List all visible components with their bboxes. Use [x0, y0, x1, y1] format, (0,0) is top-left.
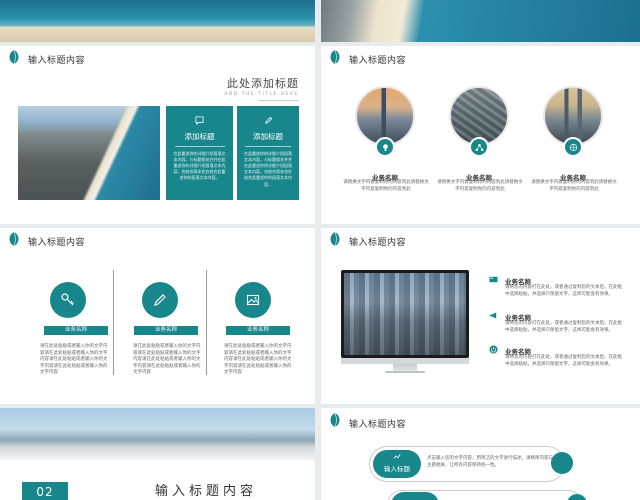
pencil-icon [142, 282, 178, 318]
leaf-logo-icon [330, 231, 340, 247]
section-subheading: ADD THE TITLE HERE [224, 92, 299, 97]
divider [259, 100, 299, 101]
column-divider [113, 270, 114, 375]
card-divider [174, 146, 225, 147]
column-label: 业务名称 [134, 326, 198, 335]
top-left-slide-image [0, 0, 315, 42]
section-banner-photo [0, 408, 315, 460]
slide-1[interactable]: 输入标题内容 此处添加标题 ADD THE TITLE HERE 添加标题 在此… [0, 46, 315, 224]
feature-text: 请将您的内容打在此处，或者通过复制您的文本后，在此框中选择粘贴，并选择只保留文字… [505, 355, 622, 367]
slide-title: 输入标题内容 [349, 420, 407, 430]
card-title: 添加标题 [253, 132, 283, 141]
key-icon [50, 282, 86, 318]
slide-5[interactable]: 02 输入标题内容 [0, 408, 315, 500]
monitor-base [385, 371, 425, 373]
business-text: 请替换文字内容复制你的内容到此请替换文字内容复制你的内容到此 [343, 180, 429, 192]
section-number: 02 [36, 485, 54, 499]
slide-title: 输入标题内容 [349, 238, 407, 248]
leaf-logo-icon [9, 231, 19, 247]
slide-6[interactable]: 输入标题内容 输入标题 点击输入您的文字内容，用简洁的文字进行描述。请精简内容与… [321, 408, 640, 500]
timeline-pill-2 [391, 492, 439, 500]
business-text: 请替换文字内容复制你的内容到此请替换文字内容复制你的内容到此 [531, 180, 617, 192]
feature-text: 请将您的内容打在此处，或者通过复制您的文本后，在此框中选择粘贴，并选择只保留文字… [505, 285, 622, 297]
coast-photo [18, 106, 160, 200]
column-text: 请在此处粘贴或者输入你的文字内容请在此处粘贴或者输入你的文字内容请在此处粘贴或者… [224, 344, 292, 375]
top-right-slide-image [321, 0, 640, 42]
section-title: 输入标题内容 [155, 484, 258, 499]
column-divider [206, 270, 207, 375]
leaf-logo-icon [330, 412, 340, 428]
card-text: 在此重述你的详细介绍段落文本内容。与标题相关并并在此重述你的详细介绍段落文本内容… [173, 150, 226, 181]
pencil-icon [264, 116, 272, 124]
megaphone-icon [489, 312, 497, 319]
chart-icon [393, 454, 401, 459]
city-screen-photo [344, 273, 466, 355]
column-text: 请在此处粘贴或者输入你的文字内容请在此处粘贴或者输入你的文字内容请在此处粘贴或者… [133, 344, 201, 375]
info-card-2: 添加标题 在此重述你的详细介绍段落文本内容。与标题相关并并在此重述你的详细介绍段… [237, 106, 299, 200]
timeline-text: 点击输入您的文字内容，用简洁的文字进行描述。请精简内容与主题相关，让所有内容保持… [427, 456, 553, 468]
section-heading: 此处添加标题 [227, 77, 299, 90]
image-icon [235, 282, 271, 318]
info-card-1: 添加标题 在此重述你的详细介绍段落文本内容。与标题相关并并在此重述你的详细介绍段… [166, 106, 233, 200]
card-text: 在此重述你的详细介绍段落文本内容。与标题相关并并在此重述你的详细介绍段落文本内容… [244, 150, 292, 187]
slide-3[interactable]: 输入标题内容 业务名称 请在此处粘贴或者输入你的文字内容请在此处粘贴或者输入你的… [0, 228, 315, 404]
lightbulb-icon [375, 137, 395, 157]
slide-title: 输入标题内容 [349, 56, 407, 66]
leaf-logo-icon [330, 49, 340, 65]
card-icon [489, 276, 498, 283]
column-text: 请在此处粘贴或者输入你的文字内容请在此处粘贴或者输入你的文字内容请在此处粘贴或者… [40, 344, 108, 375]
feature-text: 请将您的内容打在此处，或者通过复制您的文本后，在此框中选择粘贴，并选择只保留文字… [505, 321, 622, 333]
slide-4[interactable]: 输入标题内容 业务名称 请将您的内容打在此处，或者通过复制您的文本后，在此框中选… [321, 228, 640, 404]
card-title: 添加标题 [184, 132, 215, 141]
card-divider [245, 146, 291, 147]
power-icon [489, 345, 498, 354]
business-text: 请替换文字内容复制你的内容到此请替换文字内容复制你的内容到此 [437, 180, 523, 192]
message-icon [195, 116, 204, 126]
globe-icon [563, 137, 583, 157]
monitor [341, 270, 469, 358]
timeline-end-dot [551, 452, 573, 474]
column-label: 业务名称 [44, 326, 108, 335]
timeline-label: 输入标题 [384, 465, 410, 473]
slide-2[interactable]: 输入标题内容 业务名称 请替换文字内容复制你的内容到此请替换文字内容复制你的内容… [321, 46, 640, 224]
slide-title: 输入标题内容 [28, 56, 86, 66]
network-icon [469, 137, 489, 157]
leaf-logo-icon [9, 49, 19, 65]
column-label: 业务名称 [226, 326, 290, 335]
slide-title: 输入标题内容 [28, 238, 86, 248]
